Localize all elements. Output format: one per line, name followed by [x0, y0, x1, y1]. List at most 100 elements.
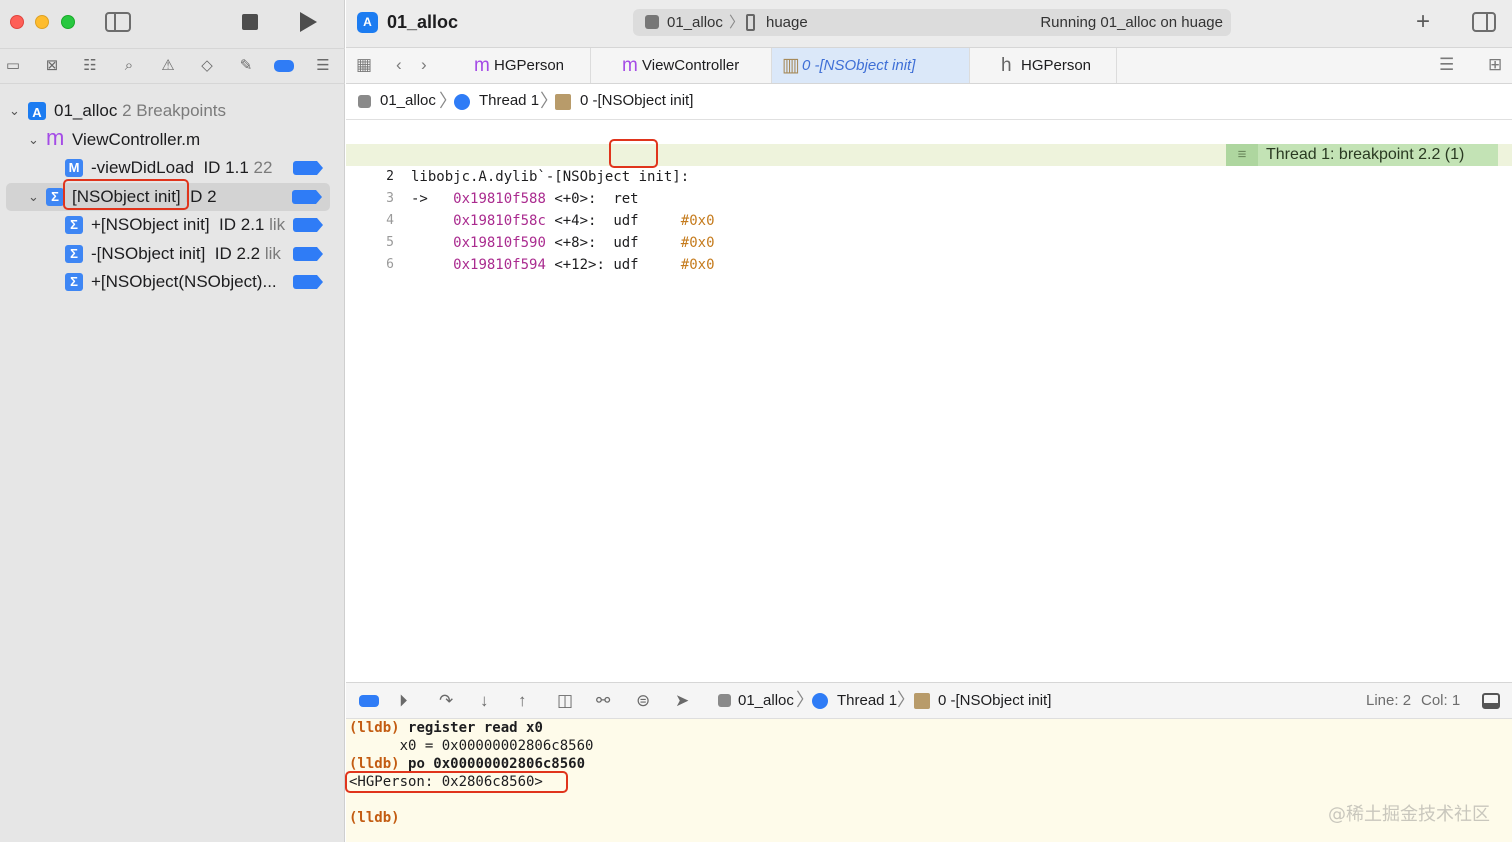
add-icon[interactable]: +: [1416, 8, 1430, 36]
objc-file-icon: m: [474, 55, 490, 76]
breakpoint-row[interactable]: Σ +[NSObject init] ID 2.1 lik: [0, 211, 345, 239]
jumpbar-project[interactable]: 01_alloc: [380, 84, 436, 118]
thread-icon: [454, 94, 470, 110]
jumpbar-frame[interactable]: 0 -[NSObject init]: [580, 84, 693, 118]
thread-icon: [812, 693, 828, 709]
tab-stack-frame[interactable]: ▥ 0 -[NSObject init]: [772, 48, 970, 83]
debug-icon[interactable]: ✎: [236, 57, 256, 75]
console-toggle-icon[interactable]: [1482, 693, 1500, 709]
back-icon[interactable]: ‹: [396, 55, 402, 75]
debug-thread[interactable]: Thread 1: [837, 683, 897, 718]
debug-project[interactable]: 01_alloc: [738, 683, 794, 718]
environment-overrides-icon[interactable]: ⊜: [636, 683, 650, 718]
destination-name[interactable]: huage: [766, 9, 808, 36]
symbolic-breakpoint-icon: Σ: [65, 245, 83, 263]
breakpoint-enabled-icon[interactable]: [293, 161, 323, 175]
console-output: x0 = 0x00000002806c8560: [349, 738, 594, 754]
header-file-icon: h: [1001, 55, 1012, 76]
symbol-icon[interactable]: ☷: [80, 57, 100, 75]
breakpoint-row[interactable]: Σ +[NSObject(NSObject)...: [0, 268, 345, 296]
debug-frame[interactable]: 0 -[NSObject init]: [938, 683, 1051, 718]
search-icon[interactable]: ⌕: [119, 57, 139, 75]
tab-hgperson-h[interactable]: h HGPerson: [991, 48, 1117, 83]
stack-frame-icon: [914, 693, 930, 709]
stack-frame-icon: ▥: [782, 55, 800, 76]
menu-icon[interactable]: ≡: [1226, 144, 1258, 166]
source-control-icon[interactable]: ⊠: [42, 57, 62, 75]
editor-options-icon[interactable]: ☰: [1439, 55, 1454, 75]
code-line: 5 0x19810f594 <+12>: udf #0x0: [346, 210, 1512, 273]
console-line: (lldb) register read x0: [349, 719, 543, 737]
column-indicator: Col: 1: [1421, 692, 1461, 709]
breakpoint-id: ID 2.2: [214, 244, 261, 263]
chevron-down-icon[interactable]: ⌄: [28, 183, 40, 211]
breakpoint-row[interactable]: Σ -[NSObject init] ID 2.2 lik: [0, 240, 345, 268]
minimize-window-button[interactable]: [35, 15, 49, 29]
tab-label: 0 -[NSObject init]: [802, 57, 916, 74]
continue-icon[interactable]: ⏵: [399, 683, 408, 718]
close-window-button[interactable]: [10, 15, 24, 29]
step-into-icon[interactable]: ↓: [480, 683, 489, 718]
lldb-prompt: (lldb): [349, 810, 400, 826]
method-icon: M: [65, 159, 83, 177]
line-number: 6: [386, 257, 394, 272]
breakpoint-row[interactable]: M -viewDidLoad ID 1.1 22: [0, 154, 345, 182]
lldb-prompt: (lldb): [349, 756, 400, 772]
instruction-opcode: udf: [613, 257, 639, 273]
code-line: 6: [346, 232, 1512, 272]
lldb-console[interactable]: (lldb) register read x0 x0 = 0x000000028…: [345, 719, 1512, 842]
console-line: (lldb): [349, 809, 400, 827]
issue-icon[interactable]: ⚠: [158, 57, 178, 75]
activity-viewer[interactable]: 01_alloc 〉 huage Running 01_alloc on hua…: [633, 9, 1231, 36]
breakpoint-enabled-icon[interactable]: [293, 247, 323, 261]
inspector-toggle-icon[interactable]: [1472, 12, 1496, 32]
chevron-down-icon[interactable]: ⌄: [28, 126, 40, 154]
lldb-prompt: (lldb): [349, 720, 400, 736]
breakpoint-label: +[NSObject init]: [91, 215, 210, 234]
breakpoint-enabled-icon[interactable]: [293, 275, 323, 289]
grid-icon[interactable]: ▦: [356, 55, 372, 75]
folder-icon[interactable]: ▭: [3, 57, 23, 75]
app-project-icon: A: [28, 102, 46, 120]
symbolic-breakpoint-icon: Σ: [46, 188, 64, 206]
breakpoint-line: 22: [253, 158, 273, 177]
app-project-icon: [358, 95, 371, 108]
add-editor-icon[interactable]: ⊞: [1488, 55, 1502, 75]
breakpoint-id: ID 2.1: [219, 215, 265, 234]
breakpoint-id: ID 2: [185, 187, 217, 206]
simulate-location-icon[interactable]: ➤: [675, 683, 689, 718]
stack-frame-icon: [555, 94, 571, 110]
step-over-icon[interactable]: ↷: [439, 683, 453, 718]
test-icon[interactable]: ◇: [197, 57, 217, 75]
tab-hgperson-m[interactable]: m HGPerson: [464, 48, 591, 83]
navigator-selector-bar: ▭ ⊠ ☷ ⌕ ⚠ ◇ ✎ ☰: [0, 48, 345, 84]
sidebar-toggle-icon[interactable]: [105, 12, 131, 32]
forward-icon[interactable]: ›: [421, 55, 427, 75]
report-icon[interactable]: ☰: [313, 57, 333, 75]
project-row[interactable]: ⌄ A 01_alloc 2 Breakpoints: [0, 97, 345, 125]
breakpoint-banner[interactable]: ≡ Thread 1: breakpoint 2.2 (1): [1226, 144, 1498, 166]
tab-viewcontroller[interactable]: m ViewController: [612, 48, 772, 83]
breakpoint-enabled-icon[interactable]: [292, 190, 322, 204]
jumpbar-thread[interactable]: Thread 1: [479, 84, 539, 118]
symbolic-breakpoint-icon: Σ: [65, 216, 83, 234]
source-editor[interactable]: 1 libobjc.A.dylib`-[NSObject init]: 2 ->…: [346, 121, 1512, 682]
breakpoint-label: +[NSObject(NSObject)...: [91, 272, 277, 291]
file-row[interactable]: ⌄ m ViewController.m: [0, 126, 345, 154]
stop-icon[interactable]: [242, 14, 258, 30]
breakpoint-enabled-icon[interactable]: [293, 218, 323, 232]
chevron-down-icon[interactable]: ⌄: [9, 97, 21, 125]
run-icon[interactable]: [300, 12, 317, 32]
maximize-window-button[interactable]: [61, 15, 75, 29]
view-hierarchy-icon[interactable]: ◫: [557, 683, 573, 718]
toolbar: A 01_alloc 01_alloc 〉 huage Running 01_a…: [346, 0, 1512, 47]
scheme-name[interactable]: 01_alloc: [667, 9, 723, 36]
step-out-icon[interactable]: ↑: [518, 683, 527, 718]
breakpoints-toggle-icon[interactable]: [359, 695, 379, 707]
breakpoint-module: lik: [269, 215, 286, 234]
breakpoint-icon[interactable]: [274, 60, 294, 72]
code-line: 4 0x19810f590 <+8>: udf #0x0: [346, 188, 1512, 251]
watermark: @稀土掘金技术社区: [1328, 804, 1490, 825]
objc-file-icon: m: [46, 125, 65, 150]
memory-graph-icon[interactable]: ⚯: [596, 683, 610, 718]
